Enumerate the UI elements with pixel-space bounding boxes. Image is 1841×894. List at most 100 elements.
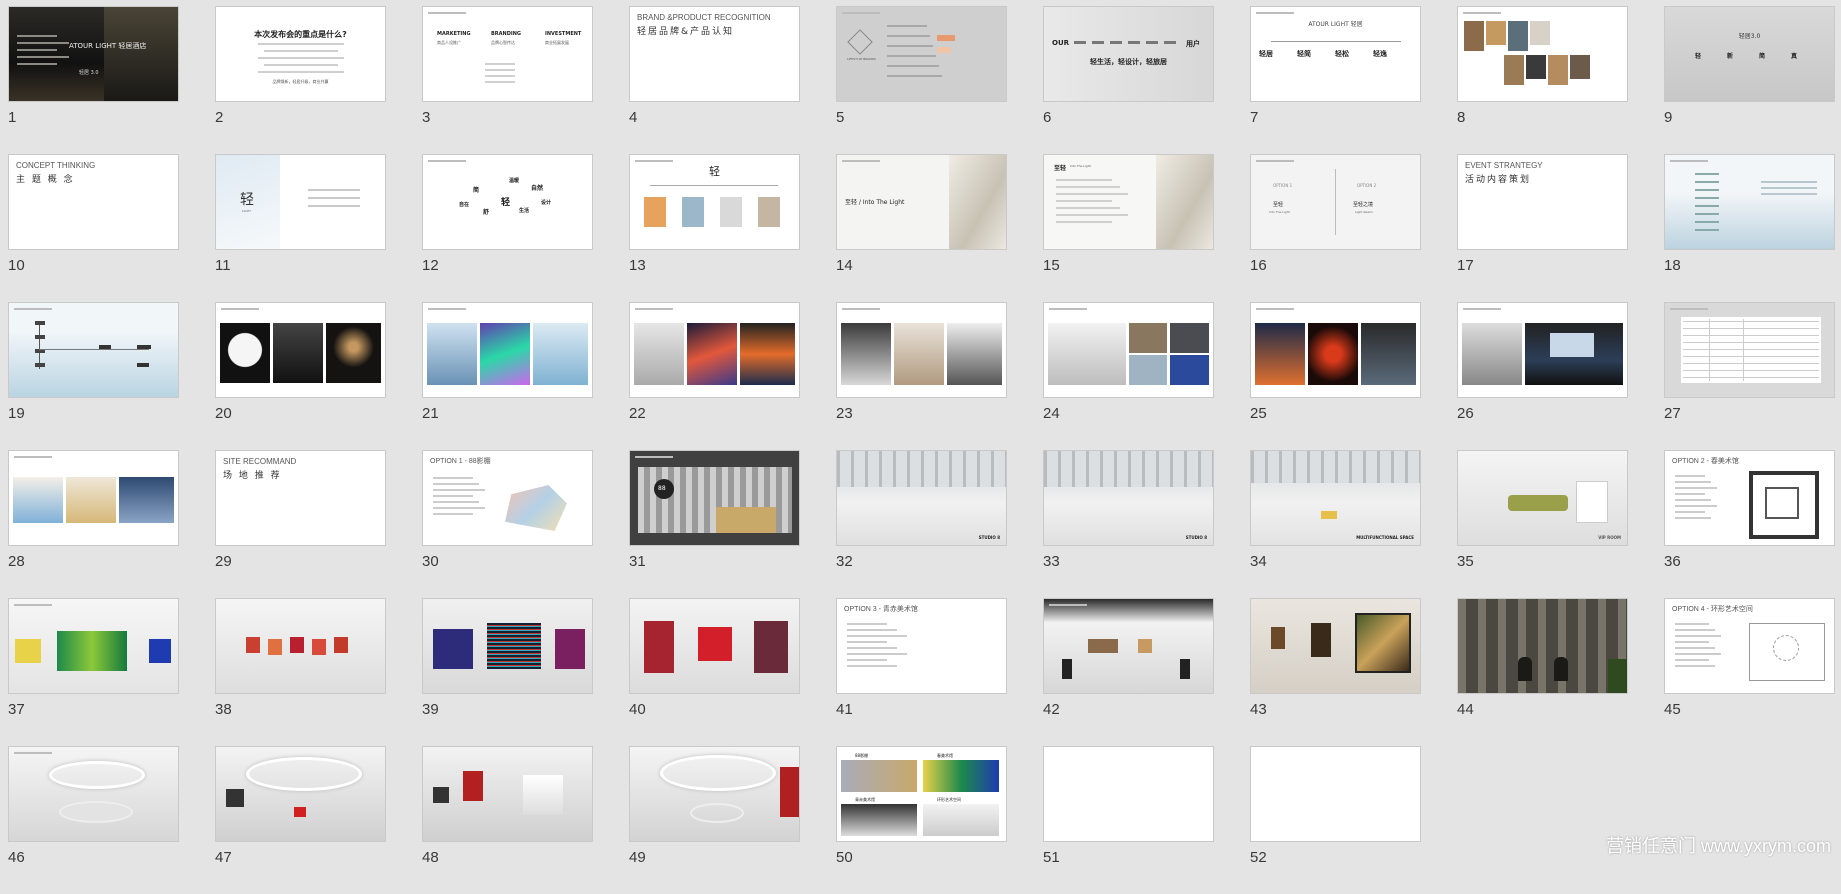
slide-thumbnail[interactable]: STUDIO 8	[836, 450, 1007, 546]
slide-thumbnail[interactable]: 轻 简舒 自然 生活 自在 设计 温暖	[422, 154, 593, 250]
photo	[1548, 55, 1568, 85]
text-line	[1695, 173, 1719, 175]
slide-thumbnail[interactable]: OPTION 4 - 环形艺术空间	[1664, 598, 1835, 694]
slide-thumbnail[interactable]: OPTION 3 - 青赤美术馆	[836, 598, 1007, 694]
section-title-cn: 活动内容策划	[1465, 175, 1532, 185]
summary-image	[841, 804, 917, 836]
slide-thumbnail[interactable]: 88影棚 春美术馆 青赤美术馆 环形艺术空间	[836, 746, 1007, 842]
photo	[480, 323, 530, 385]
slide-thumbnail[interactable]	[1043, 598, 1214, 694]
photo	[1462, 323, 1522, 385]
option-subtitle: Light Realm	[1355, 210, 1373, 214]
cover-title: ATOUR LIGHT 轻居酒店	[69, 42, 147, 50]
slide-thumbnail[interactable]: 轻	[629, 154, 800, 250]
slide-thumbnail[interactable]: STUDIO 8	[1043, 450, 1214, 546]
slide-cell: 轻 13	[629, 154, 800, 302]
slide-thumbnail[interactable]	[422, 302, 593, 398]
slide-header-bar	[14, 604, 52, 606]
slide-header-bar	[428, 12, 466, 14]
slide-thumbnail[interactable]: 至轻 / Into The Light	[836, 154, 1007, 250]
slide-thumbnail[interactable]	[422, 746, 593, 842]
slide-thumbnail[interactable]: 轻居3.0 轻 新 简 真	[1664, 6, 1835, 102]
watermark-text: 营销任意门 www.yxrym.com	[1606, 836, 1831, 856]
slide-thumbnail[interactable]	[1043, 746, 1214, 842]
slide-thumbnail[interactable]	[836, 302, 1007, 398]
slide-thumbnail[interactable]	[422, 598, 593, 694]
slide-thumbnail[interactable]	[629, 746, 800, 842]
slide-cell: 轻 LIGHT 11	[215, 154, 386, 302]
slide-thumbnail[interactable]: MULTIFUNCTIONAL SPACE	[1250, 450, 1421, 546]
text-line	[847, 623, 887, 625]
slide-thumbnail[interactable]	[1664, 302, 1835, 398]
column-title: MARKETING	[437, 31, 471, 37]
photo	[1129, 355, 1167, 385]
artwork	[1088, 639, 1118, 653]
slide-sorter-grid: ATOUR LIGHT 轻居酒店 轻居 3.0 1 本次发布会的重点是什么? 品牌焕新，…	[8, 6, 1835, 894]
slide-cell: 20	[215, 302, 386, 450]
slide-thumbnail[interactable]: CONCEPT THINKING 主 题 概 念	[8, 154, 179, 250]
slide-thumbnail[interactable]	[629, 302, 800, 398]
slide-thumbnail[interactable]: EVENT STRANTEGY 活动内容策划	[1457, 154, 1628, 250]
slide-thumbnail[interactable]	[215, 598, 386, 694]
slide-thumbnail[interactable]	[8, 746, 179, 842]
slide-thumbnail[interactable]	[1457, 598, 1628, 694]
slide-thumbnail[interactable]	[215, 302, 386, 398]
slide-thumbnail[interactable]: ATOUR LIGHT 轻居 轻居 轻简 轻松 轻逸	[1250, 6, 1421, 102]
slide-thumbnail[interactable]: BRAND &PRODUCT RECOGNITION 轻居品牌&产品认知	[629, 6, 800, 102]
slide-thumbnail[interactable]: 本次发布会的重点是什么? 品牌焕新，轻居升级，商业共赢	[215, 6, 386, 102]
ceiling-ring	[49, 761, 145, 789]
slide-number: 30	[422, 553, 439, 570]
slide-number: 50	[836, 849, 853, 866]
slide-number: 18	[1664, 257, 1681, 274]
slide-cell: 43	[1250, 598, 1421, 746]
artwork	[698, 627, 732, 661]
summary-image	[923, 760, 999, 792]
slide-thumbnail[interactable]: LIFESTYLE BRANDS	[836, 6, 1007, 102]
slide-thumbnail[interactable]	[8, 450, 179, 546]
slide-thumbnail[interactable]	[629, 598, 800, 694]
artwork	[312, 639, 326, 655]
slide-thumbnail[interactable]	[1250, 746, 1421, 842]
summary-label: 青赤美术馆	[855, 797, 875, 802]
slide-thumbnail[interactable]	[1250, 598, 1421, 694]
slide-cell: STUDIO 8 33	[1043, 450, 1214, 598]
slide-thumbnail[interactable]: OPTION 1 - 88影棚	[422, 450, 593, 546]
flow-start: OUR	[1052, 39, 1070, 47]
slide-cell: OPTION 1 OPTION 2 至轻 至轻之境 Into The Light Ligh…	[1250, 154, 1421, 302]
slide-thumbnail[interactable]	[1457, 6, 1628, 102]
text-line	[1056, 221, 1112, 223]
slide-thumbnail[interactable]: OPTION 1 OPTION 2 至轻 至轻之境 Into The Light Ligh…	[1250, 154, 1421, 250]
column-subtitle: 商业拓展发展	[545, 40, 569, 45]
slide-thumbnail[interactable]: OUR 用户 轻生活，轻设计，轻旅居	[1043, 6, 1214, 102]
slide-thumbnail[interactable]	[8, 302, 179, 398]
slide-header-bar	[1670, 308, 1708, 310]
photo	[758, 197, 780, 227]
slide-thumbnail[interactable]	[1043, 302, 1214, 398]
slide-thumbnail[interactable]	[215, 746, 386, 842]
slide-number: 12	[422, 257, 439, 274]
logo-shape	[847, 29, 873, 55]
slide-cell: 42	[1043, 598, 1214, 746]
slide-thumbnail[interactable]	[8, 598, 179, 694]
slide-number: 13	[629, 257, 646, 274]
slide-number: 36	[1664, 553, 1681, 570]
slide-thumbnail[interactable]	[1457, 302, 1628, 398]
slide-thumbnail[interactable]: ATOUR LIGHT 轻居酒店 轻居 3.0	[8, 6, 179, 102]
slide-cell: LIFESTYLE BRANDS 5	[836, 6, 1007, 154]
photo	[1530, 21, 1550, 45]
slide-thumbnail[interactable]: 至轻 Into The Light	[1043, 154, 1214, 250]
slide-thumbnail[interactable]: VIP ROOM	[1457, 450, 1628, 546]
flow-node	[99, 345, 111, 349]
slide-thumbnail[interactable]: OPTION 2 - 春美术馆	[1664, 450, 1835, 546]
slide-cell: 88影棚 春美术馆 青赤美术馆 环形艺术空间 50	[836, 746, 1007, 894]
slide-thumbnail[interactable]: 88	[629, 450, 800, 546]
slide-thumbnail[interactable]: 轻 LIGHT	[215, 154, 386, 250]
slide-thumbnail[interactable]: SITE RECOMMAND 场 地 推 荐	[215, 450, 386, 546]
option-label: OPTION 2	[1357, 183, 1377, 188]
slide-thumbnail[interactable]	[1664, 154, 1835, 250]
option-title: 至轻	[1273, 202, 1284, 208]
text-line	[1056, 207, 1120, 209]
slide-thumbnail[interactable]: MARKETING 商品人设推广 BRANDING 品牌心智传达 INVESTMENT 商…	[422, 6, 593, 102]
slide-thumbnail[interactable]	[1250, 302, 1421, 398]
flow-node	[35, 321, 45, 325]
